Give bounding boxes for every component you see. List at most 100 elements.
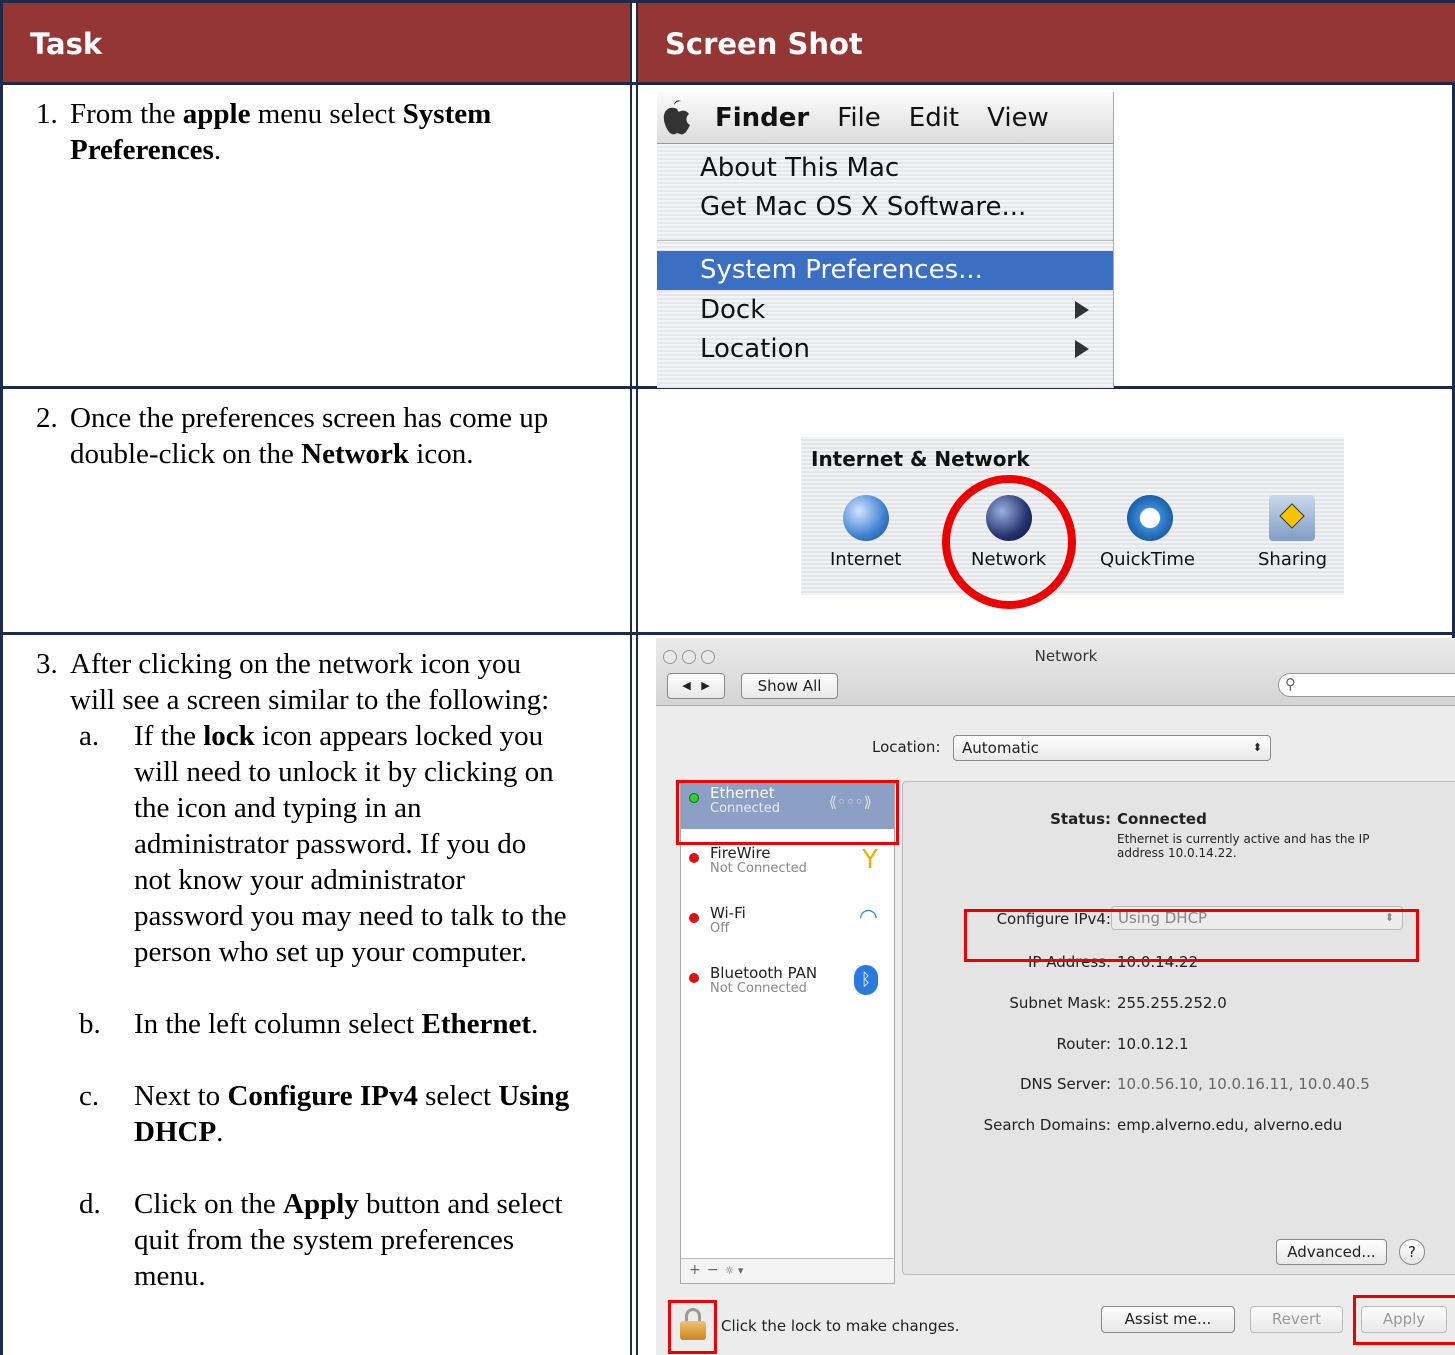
step-text: icon. [409,438,474,470]
status-dot [689,913,699,923]
file-menu[interactable]: File [837,103,881,133]
task-header: Task [3,3,630,82]
gear-icon[interactable]: ☼ ▾ [724,1264,743,1277]
step-bold: DHCP [134,1116,217,1148]
step-text: In the left column select [134,1008,422,1040]
sharing-icon[interactable] [1269,495,1315,541]
column-divider [630,0,632,1355]
dns-server-label: DNS Server: [1019,1075,1111,1093]
location-item[interactable]: Location [657,330,1113,369]
step-text: person who set up your computer. [134,936,528,968]
quicktime-icon[interactable] [1127,495,1173,541]
step-text: double-click on the [70,438,302,470]
system-preferences-item[interactable]: System Preferences... [657,251,1113,290]
select-arrows-icon: ⬍ [1252,741,1262,754]
step-text: administrator password. If you do [134,828,527,860]
service-name: Wi-Fi [710,904,746,922]
step-number: 2. [36,402,58,434]
menu-separator [657,240,1113,241]
sub-letter: d. [79,1188,101,1220]
step-3: 3. After clicking on the network icon you… [3,646,628,1294]
step-text: Next to [134,1080,228,1112]
back-forward-buttons[interactable]: ◀ ▶ [667,673,725,699]
quicktime-label: QuickTime [1100,549,1195,570]
view-menu[interactable]: View [987,103,1049,133]
step-text: not know your administrator [134,864,466,896]
row-divider [0,632,1455,635]
service-status: Not Connected [710,861,807,876]
lock-highlight-box [668,1300,717,1354]
service-status: Off [710,921,730,936]
status-description: address 10.0.14.22. [1117,846,1237,860]
help-button[interactable]: ? [1399,1239,1425,1265]
step-text: Once the preferences screen has come up [70,402,549,434]
step-text: After clicking on the network icon you [70,648,521,680]
location-select[interactable]: Automatic ⬍ [953,735,1271,761]
window-toolbar: Network ◀ ▶ Show All ⚲ [656,638,1455,706]
step-text: button and select [358,1188,563,1220]
preferences-screenshot: Internet & Network Internet Network Quic… [801,437,1344,595]
service-list-toolbar: +−☼ ▾ [681,1258,894,1283]
step-text: password you may need to talk to the [134,900,567,932]
assist-me-button[interactable]: Assist me... [1101,1306,1235,1333]
service-name: FireWire [710,844,771,862]
warning-sign-icon [1279,503,1305,529]
ethernet-highlight-box [676,780,899,845]
about-this-mac-item[interactable]: About This Mac [657,149,1113,188]
bluetooth-icon: ᛒ [854,965,878,995]
search-icon: ⚲ [1285,675,1296,693]
step-bold: Apply [283,1188,359,1220]
step-number: 3. [36,648,58,680]
section-title: Internet & Network [811,447,1030,471]
column-divider [636,0,638,1355]
step-text: select [417,1080,499,1112]
internet-icon[interactable] [843,495,889,541]
show-all-button[interactable]: Show All [741,673,838,699]
step-bold: Configure IPv4 [227,1080,418,1112]
step-bold: Preferences [70,134,214,166]
configure-highlight-box [964,909,1419,962]
wifi-icon: ◠ [858,905,878,930]
finder-menu[interactable]: Finder [715,103,809,133]
remove-service-button[interactable]: − [707,1262,725,1278]
service-wifi[interactable]: Wi-Fi Off ◠ [681,901,894,969]
firewire-icon: Y [862,845,878,875]
step-bold: Ethernet [421,1008,532,1040]
task-header-label: Task [30,27,103,61]
advanced-button[interactable]: Advanced... [1276,1239,1387,1265]
service-firewire[interactable]: FireWire Not Connected Y [681,841,894,909]
step-text: Click on the [134,1188,284,1220]
dock-label: Dock [700,295,766,325]
apple-logo-icon[interactable] [657,98,693,138]
add-service-button[interactable]: + [689,1262,707,1278]
revert-button[interactable]: Revert [1250,1306,1343,1333]
step-2: 2. Once the preferences screen has come u… [3,400,628,472]
step-text: will see a screen similar to the followi… [70,684,550,716]
edit-menu[interactable]: Edit [909,103,959,133]
detail-panel: Status: Connected Ethernet is currently … [902,781,1455,1275]
status-description: Ethernet is currently active and has the… [1117,832,1370,846]
step-bold: apple [182,98,251,130]
network-highlight-circle [942,475,1076,609]
location-label: Location: [872,738,941,756]
window-title: Network [1034,647,1098,665]
service-bluetooth[interactable]: Bluetooth PAN Not Connected ᛒ [681,961,894,1029]
step-bold: Network [301,438,410,470]
service-status: Not Connected [710,981,807,996]
sub-letter: a. [79,720,100,752]
step-bold: Using [498,1080,570,1112]
search-field[interactable]: ⚲ [1278,673,1455,697]
step-number: 1. [36,98,58,130]
step-text: the icon and typing in an [134,792,422,824]
step-1: 1. From the apple menu select System Pref… [3,96,628,168]
status-label: Status: [903,810,1111,828]
screenshot-header-label: Screen Shot [665,27,863,61]
status-label-text: Status: [1050,810,1111,828]
dock-item[interactable]: Dock [657,291,1113,330]
get-software-item[interactable]: Get Mac OS X Software... [657,188,1113,227]
status-dot [689,853,699,863]
search-domains-label: Search Domains: [983,1116,1111,1134]
internet-label: Internet [830,549,902,570]
menu-bar: Finder File Edit View [657,92,1113,144]
sub-letter: c. [79,1080,100,1112]
